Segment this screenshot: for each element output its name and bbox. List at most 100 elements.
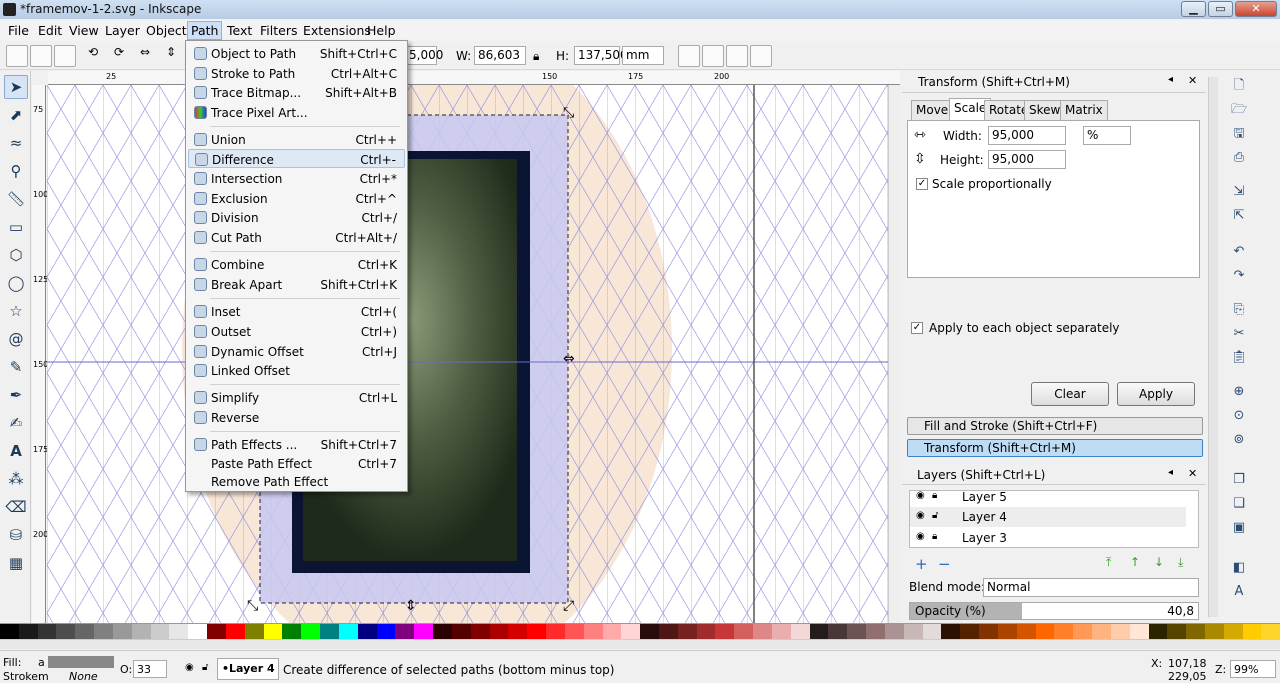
menu-item-object-to-path[interactable]: Object to Path Shift+Ctrl+C xyxy=(188,44,405,63)
eye-icon[interactable]: ◉ xyxy=(916,510,925,521)
palette-swatch[interactable] xyxy=(546,624,565,639)
import-icon[interactable]: ⇲ xyxy=(1230,183,1248,201)
menu-item-exclusion[interactable]: Exclusion Ctrl+^ xyxy=(188,189,405,208)
eye-icon[interactable]: ◉ xyxy=(916,491,925,501)
palette-swatch[interactable] xyxy=(884,624,904,639)
palette-swatch[interactable] xyxy=(1035,624,1055,639)
palette-swatch[interactable] xyxy=(338,624,358,639)
menu-item-outset[interactable]: Outset Ctrl+) xyxy=(188,322,405,341)
group-icon[interactable]: ▣ xyxy=(1230,519,1248,537)
clear-button[interactable]: Clear xyxy=(1031,382,1109,406)
lock-icon[interactable]: 🔒︎ xyxy=(932,531,937,542)
fill-swatch[interactable] xyxy=(48,656,114,668)
menu-item-break-apart[interactable]: Break Apart Shift+Ctrl+K xyxy=(188,275,405,294)
apply-each-checkbox[interactable]: ✓ xyxy=(911,322,923,334)
node-tool-icon[interactable]: ⬈ xyxy=(4,103,28,127)
palette-swatch[interactable] xyxy=(602,624,622,639)
flip-horizontal-icon[interactable]: ⇔ xyxy=(140,45,162,67)
lower-layer-icon[interactable]: ↓ xyxy=(1154,555,1164,569)
menu-item-linked-offset[interactable]: Linked Offset xyxy=(188,361,405,380)
tab-matrix[interactable]: Matrix xyxy=(1060,100,1108,120)
pencil-tool-icon[interactable]: ✎ xyxy=(4,355,28,379)
dock-scrollbar[interactable] xyxy=(1208,77,1218,617)
3d-box-tool-icon[interactable]: ⬡ xyxy=(4,243,28,267)
close-window-button[interactable]: ✕ xyxy=(1235,1,1277,17)
scale-width-input[interactable]: 95,000 xyxy=(988,126,1066,145)
palette-swatch[interactable] xyxy=(753,624,772,639)
fill-stroke-icon[interactable]: ◧ xyxy=(1230,559,1248,577)
palette-swatch[interactable] xyxy=(188,624,208,639)
palette-swatch[interactable] xyxy=(451,624,471,639)
scale-radii-icon[interactable] xyxy=(702,45,724,67)
x-field[interactable]: 5,000 xyxy=(405,46,443,65)
palette-swatch[interactable] xyxy=(1261,624,1280,639)
deselect-icon[interactable] xyxy=(54,45,76,67)
palette-swatch[interactable] xyxy=(1167,624,1187,639)
collapse-icon[interactable]: ◂ xyxy=(1168,74,1173,85)
palette-swatch[interactable] xyxy=(489,624,509,639)
close-icon[interactable]: ✕ xyxy=(1188,467,1197,480)
scale-handle-icon[interactable]: ⤡ xyxy=(247,598,258,614)
print-icon[interactable]: ⎙ xyxy=(1230,149,1248,167)
fill-stroke-dock[interactable]: Fill and Stroke (Shift+Ctrl+F) xyxy=(907,417,1203,435)
copy-icon[interactable]: ⎘ xyxy=(1230,301,1248,319)
palette-swatch[interactable] xyxy=(1054,624,1074,639)
minimize-button[interactable]: ▁ xyxy=(1181,1,1206,17)
color-palette[interactable] xyxy=(0,623,1280,639)
height-field[interactable]: 137,500 xyxy=(574,46,628,65)
palette-swatch[interactable] xyxy=(301,624,321,639)
canvas-scrollbar[interactable] xyxy=(888,85,900,623)
scale-handle-icon[interactable]: ⤡ xyxy=(563,105,574,121)
open-icon[interactable]: 🗁 xyxy=(1230,101,1248,119)
menu-item-trace-bitmap[interactable]: Trace Bitmap... Shift+Alt+B xyxy=(188,83,405,102)
tweak-tool-icon[interactable]: ≈ xyxy=(4,131,28,155)
palette-swatch[interactable] xyxy=(1016,624,1036,639)
palette-swatch[interactable] xyxy=(433,624,452,639)
export-icon[interactable]: ⇱ xyxy=(1230,207,1248,225)
star-tool-icon[interactable]: ☆ xyxy=(4,299,28,323)
palette-swatch[interactable] xyxy=(207,624,226,639)
palette-swatch[interactable] xyxy=(37,624,57,639)
calligraphy-tool-icon[interactable]: ✍ xyxy=(4,411,28,435)
blend-mode-select[interactable]: Normal xyxy=(983,578,1199,597)
palette-swatch[interactable] xyxy=(1110,624,1130,639)
menu-view[interactable]: View xyxy=(69,23,99,38)
palette-swatch[interactable] xyxy=(1186,624,1205,639)
menu-edit[interactable]: Edit xyxy=(38,23,62,38)
scale-handle-icon[interactable]: ⤢ xyxy=(563,598,574,614)
lower-to-bottom-icon[interactable]: ⤓ xyxy=(1178,555,1183,570)
eye-icon[interactable]: ◉ xyxy=(916,531,925,542)
duplicate-icon[interactable]: ❐ xyxy=(1230,471,1248,489)
selector-tool-icon[interactable]: ➤ xyxy=(4,75,28,99)
palette-swatch[interactable] xyxy=(1092,624,1111,639)
text-tool-icon[interactable]: A xyxy=(4,439,28,463)
raise-to-top-icon[interactable]: ⤒ xyxy=(1106,555,1111,570)
palette-swatch[interactable] xyxy=(94,624,113,639)
palette-swatch[interactable] xyxy=(1129,624,1149,639)
palette-swatch[interactable] xyxy=(828,624,848,639)
zoom-tool-icon[interactable]: ⚲ xyxy=(4,159,28,183)
menu-item-trace-pixel-art[interactable]: Trace Pixel Art... xyxy=(188,103,405,122)
palette-swatch[interactable] xyxy=(244,624,264,639)
scale-unit-select[interactable]: % xyxy=(1083,126,1131,145)
menu-item-inset[interactable]: Inset Ctrl+( xyxy=(188,302,405,321)
palette-swatch[interactable] xyxy=(640,624,659,639)
palette-swatch[interactable] xyxy=(112,624,132,639)
menu-extensions[interactable]: Extensions xyxy=(303,23,371,38)
scale-proportionally-checkbox[interactable]: ✓ xyxy=(916,178,928,190)
rectangle-tool-icon[interactable]: ▭ xyxy=(4,215,28,239)
pen-tool-icon[interactable]: ✒ xyxy=(4,383,28,407)
palette-swatch[interactable] xyxy=(1205,624,1224,639)
palette-swatch[interactable] xyxy=(376,624,396,639)
palette-swatch[interactable] xyxy=(847,624,867,639)
zoom-selection-icon[interactable]: ⊕ xyxy=(1230,383,1248,401)
gradient-tool-icon[interactable]: ▦ xyxy=(4,551,28,575)
palette-swatch[interactable] xyxy=(282,624,302,639)
undo-icon[interactable]: ↶ xyxy=(1230,243,1248,261)
palette-swatch[interactable] xyxy=(470,624,490,639)
scale-handle-icon[interactable]: ⇔ xyxy=(563,351,575,367)
palette-swatch[interactable] xyxy=(621,624,641,639)
menu-help[interactable]: Help xyxy=(367,23,396,38)
palette-swatch[interactable] xyxy=(131,624,151,639)
zoom-input[interactable]: 99% xyxy=(1230,660,1276,678)
